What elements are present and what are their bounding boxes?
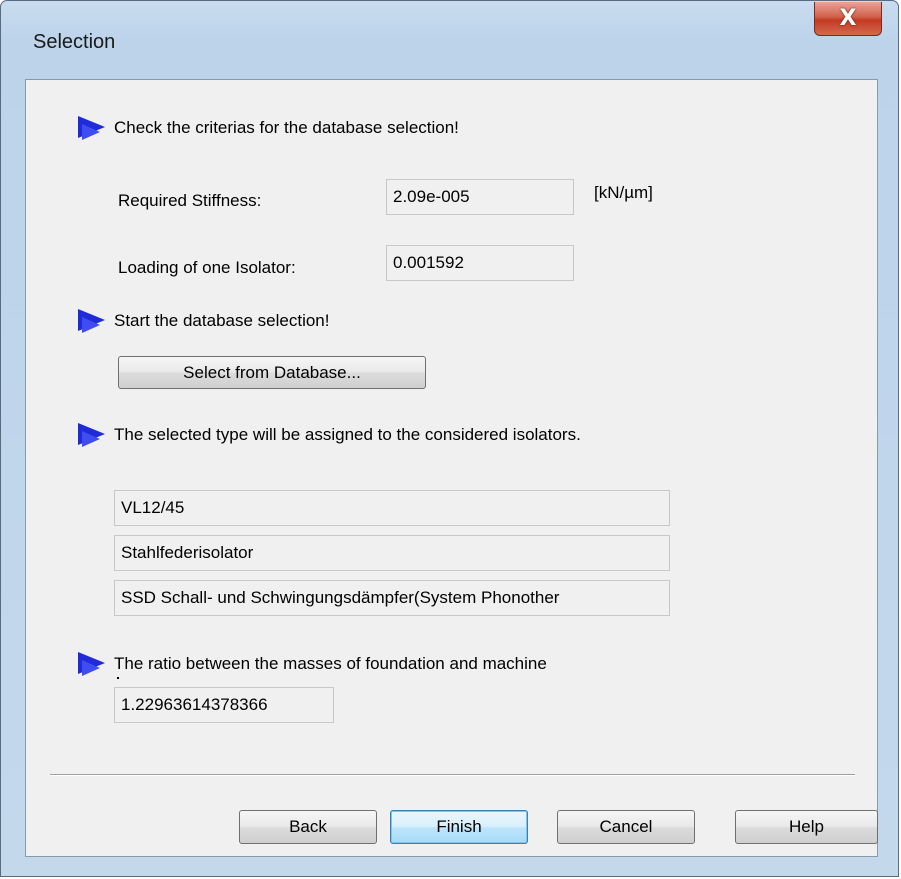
finish-button[interactable]: Finish — [390, 810, 528, 844]
arrow-right-icon — [78, 309, 105, 333]
dialog-body: Check the criterias for the database sel… — [25, 79, 878, 857]
start-selection-instruction: Start the database selection! — [114, 311, 330, 330]
required-stiffness-field: 2.09e-005 — [386, 179, 574, 215]
type-name-field: VL12/45 — [114, 490, 670, 526]
selection-dialog: Selection X Check the criterias for the … — [0, 0, 899, 877]
footer-separator — [50, 774, 855, 776]
type-kind-field: Stahlfederisolator — [114, 535, 670, 571]
title-bar[interactable]: Selection X — [1, 1, 898, 79]
back-button[interactable]: Back — [239, 810, 377, 844]
arrow-right-icon — [78, 652, 105, 676]
close-icon: X — [839, 5, 857, 31]
close-button[interactable]: X — [814, 2, 882, 36]
assign-type-instruction: The selected type will be assigned to th… — [114, 425, 581, 444]
manufacturer-field: SSD Schall- und Schwingungsdämpfer(Syste… — [114, 580, 670, 616]
required-stiffness-label: Required Stiffness: — [118, 191, 262, 210]
loading-label: Loading of one Isolator: — [118, 258, 296, 277]
stiffness-unit-label: [kN/µm] — [594, 183, 653, 202]
window-title: Selection — [33, 31, 116, 53]
select-from-database-button[interactable]: Select from Database... — [118, 356, 426, 389]
stray-dot — [117, 677, 119, 679]
criteria-instruction: Check the criterias for the database sel… — [114, 118, 459, 137]
help-button[interactable]: Help — [735, 810, 878, 844]
mass-ratio-field: 1.22963614378366 — [114, 687, 334, 723]
mass-ratio-instruction: The ratio between the masses of foundati… — [114, 654, 547, 673]
arrow-right-icon — [78, 423, 105, 447]
loading-field: 0.001592 — [386, 245, 574, 281]
cancel-button[interactable]: Cancel — [557, 810, 695, 844]
arrow-right-icon — [78, 116, 105, 140]
